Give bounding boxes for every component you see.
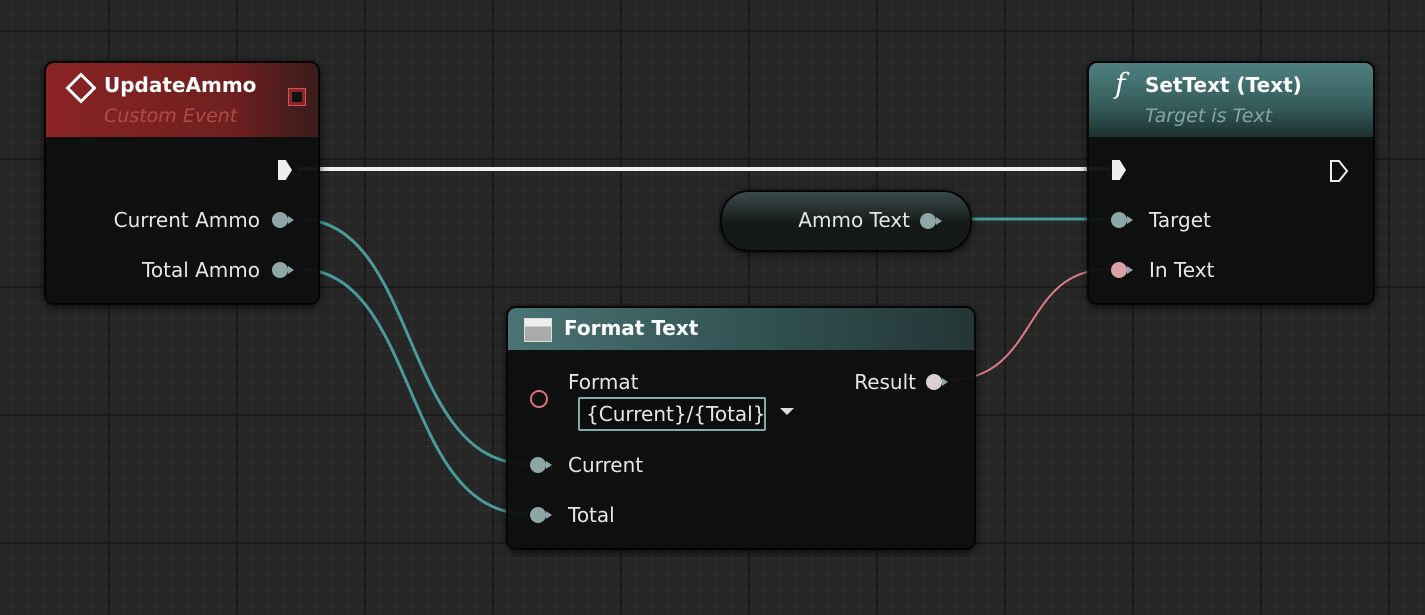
in-text-pin[interactable]: [1111, 262, 1133, 278]
input-target: Target: [1149, 208, 1211, 232]
current-ammo-pin[interactable]: [272, 212, 294, 228]
current-ammo-wire: [297, 217, 529, 466]
exec-out-outline-icon: [1330, 160, 1349, 182]
input-in-text: In Text: [1149, 258, 1215, 282]
target-pin[interactable]: [1111, 212, 1133, 228]
format-input[interactable]: {Current}/{Total}: [578, 397, 766, 431]
total-ammo-pin[interactable]: [272, 262, 294, 278]
format-text-icon: [524, 318, 552, 342]
exec-out-pin[interactable]: [1329, 159, 1349, 182]
input-total: Total: [568, 503, 615, 527]
exec-in-pin[interactable]: [1112, 160, 1126, 180]
node-subtitle: Target is Text: [1145, 105, 1273, 127]
ammo-text-variable-node[interactable]: Ammo Text: [720, 190, 972, 252]
format-label: Format: [568, 370, 639, 394]
format-text-node[interactable]: Format Text Format {Current}/{Total} Res…: [506, 306, 976, 550]
ammo-text-pin[interactable]: [920, 213, 942, 229]
dropdown-arrow-icon[interactable]: [780, 408, 794, 415]
total-ammo-wire: [297, 267, 529, 516]
update-ammo-node[interactable]: UpdateAmmo Custom Event Current Ammo Tot…: [44, 61, 320, 305]
variable-label: Ammo Text: [798, 208, 910, 232]
exec-out-pin[interactable]: [278, 160, 292, 180]
function-icon: f: [1115, 67, 1126, 100]
result-pin[interactable]: [926, 374, 948, 390]
format-pin[interactable]: [530, 390, 548, 408]
event-diamond-icon: [65, 72, 97, 104]
input-current: Current: [568, 453, 644, 477]
output-total-ammo: Total Ammo: [142, 258, 260, 282]
node-subtitle: Custom Event: [104, 105, 238, 127]
result-label: Result: [854, 370, 916, 394]
node-title: Format Text: [564, 316, 699, 340]
node-title: SetText (Text): [1145, 73, 1302, 97]
node-title: UpdateAmmo: [104, 73, 257, 97]
current-pin[interactable]: [530, 457, 552, 473]
output-current-ammo: Current Ammo: [113, 208, 260, 232]
total-pin[interactable]: [530, 507, 552, 523]
format-value: {Current}/{Total}: [586, 402, 766, 426]
delegate-pin-icon[interactable]: [288, 88, 306, 106]
set-text-node[interactable]: f SetText (Text) Target is Text Target I…: [1087, 61, 1375, 305]
